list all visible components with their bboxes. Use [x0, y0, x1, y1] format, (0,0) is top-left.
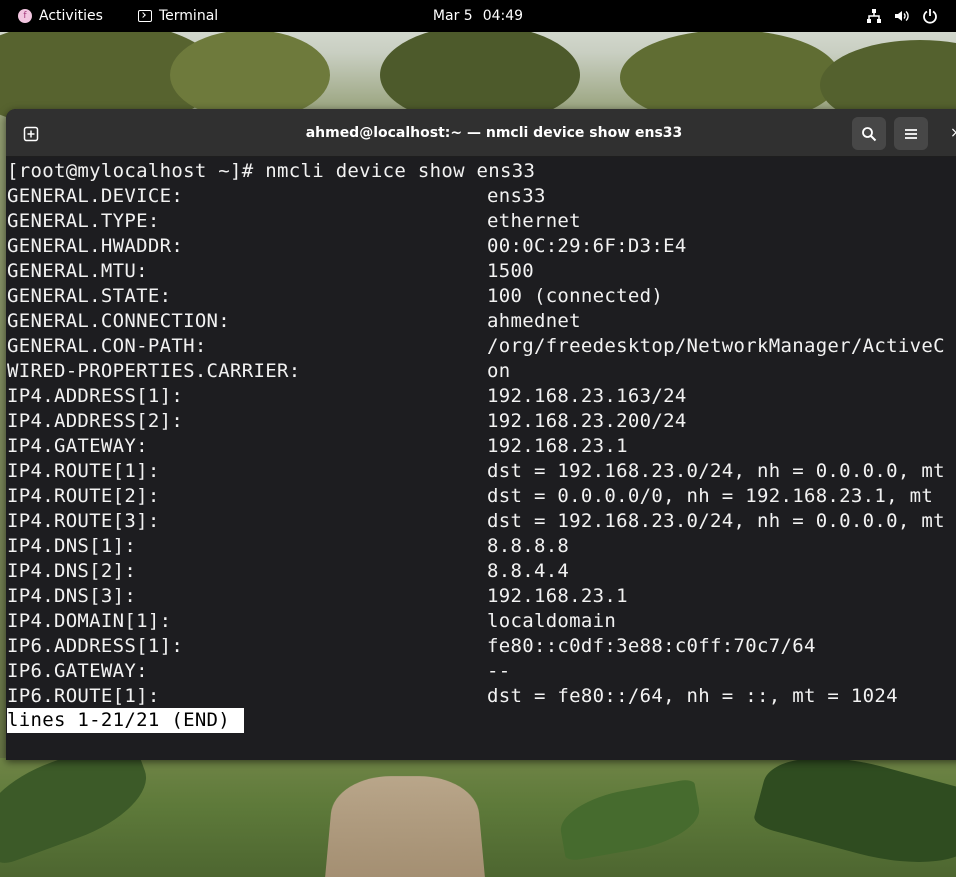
output-value: 192.168.23.1 — [487, 435, 628, 457]
top-bar: f Activities Terminal Mar 5 04:49 — [0, 0, 956, 32]
network-icon — [866, 8, 882, 24]
output-row: IP4.DNS[1]: 8.8.8.8 — [7, 534, 956, 559]
clock[interactable]: Mar 5 04:49 — [0, 0, 956, 32]
output-value: ahmednet — [487, 310, 581, 332]
output-row: IP4.ADDRESS[2]: 192.168.23.200/24 — [7, 409, 956, 434]
output-key: IP4.DNS[3]: — [7, 585, 137, 607]
output-value: dst = 192.168.23.0/24, nh = 0.0.0.0, mt — [487, 460, 945, 482]
output-row: GENERAL.DEVICE: ens33 — [7, 184, 956, 209]
output-key: IP4.ADDRESS[1]: — [7, 385, 184, 407]
output-key: IP4.DNS[1]: — [7, 535, 137, 557]
output-value: /org/freedesktop/NetworkManager/ActiveC — [487, 335, 945, 357]
output-key: IP4.DNS[2]: — [7, 560, 137, 582]
output-row: WIRED-PROPERTIES.CARRIER: on — [7, 359, 956, 384]
output-value: localdomain — [487, 610, 617, 632]
output-row: IP6.ROUTE[1]: dst = fe80::/64, nh = ::, m… — [7, 684, 956, 709]
output-key: IP4.ROUTE[3]: — [7, 510, 160, 532]
output-value: 8.8.4.4 — [487, 560, 570, 582]
output-value: dst = 192.168.23.0/24, nh = 0.0.0.0, mt — [487, 510, 945, 532]
output-key: IP4.DOMAIN[1]: — [7, 610, 172, 632]
terminal-output[interactable]: [root@mylocalhost ~]# nmcli device show … — [6, 157, 956, 760]
output-key: GENERAL.TYPE: — [7, 210, 160, 232]
system-status-area[interactable] — [866, 0, 938, 32]
output-value: 100 (connected) — [487, 285, 664, 307]
output-key: GENERAL.DEVICE: — [7, 185, 184, 207]
output-row: IP4.DOMAIN[1]: localdomain — [7, 609, 956, 634]
output-row: IP4.DNS[3]: 192.168.23.1 — [7, 584, 956, 609]
pager-status: lines 1-21/21 (END) — [7, 708, 245, 733]
output-row: GENERAL.TYPE: ethernet — [7, 209, 956, 234]
output-key: GENERAL.STATE: — [7, 285, 172, 307]
output-key: IP4.ROUTE[2]: — [7, 485, 160, 507]
output-value: fe80::c0df:3e88:c0ff:70c7/64 — [487, 635, 816, 657]
output-key: GENERAL.CON-PATH: — [7, 335, 207, 357]
output-row: GENERAL.CON-PATH: /org/freedesktop/Networ… — [7, 334, 956, 359]
window-title: ahmed@localhost:~ — nmcli device show en… — [305, 124, 683, 141]
output-value: 192.168.23.163/24 — [487, 385, 687, 407]
output-key: GENERAL.CONNECTION: — [7, 310, 231, 332]
output-value: on — [487, 360, 511, 382]
output-value: dst = fe80::/64, nh = ::, mt = 1024 — [487, 685, 898, 707]
output-key: IP4.ROUTE[1]: — [7, 460, 160, 482]
output-key: IP4.ADDRESS[2]: — [7, 410, 184, 432]
search-icon — [862, 126, 877, 141]
output-value: ens33 — [487, 185, 546, 207]
output-row: IP6.GATEWAY: -- — [7, 659, 956, 684]
output-row: IP4.ROUTE[3]: dst = 192.168.23.0/24, nh =… — [7, 509, 956, 534]
output-row: IP4.ADDRESS[1]: 192.168.23.163/24 — [7, 384, 956, 409]
clock-time: 04:49 — [482, 8, 524, 24]
output-value: 8.8.8.8 — [487, 535, 570, 557]
volume-icon — [894, 8, 910, 24]
output-key: IP4.GATEWAY: — [7, 435, 148, 457]
output-row: IP6.ADDRESS[1]: fe80::c0df:3e88:c0ff:70c7… — [7, 634, 956, 659]
output-key: IP6.GATEWAY: — [7, 660, 148, 682]
header-bar: ahmed@localhost:~ — nmcli device show en… — [6, 109, 956, 157]
output-row: IP4.ROUTE[1]: dst = 192.168.23.0/24, nh =… — [7, 459, 956, 484]
output-value: 192.168.23.1 — [487, 585, 628, 607]
output-row: IP4.ROUTE[2]: dst = 0.0.0.0/0, nh = 192.1… — [7, 484, 956, 509]
output-value: dst = 0.0.0.0/0, nh = 192.168.23.1, mt — [487, 485, 934, 507]
output-value: 1500 — [487, 260, 534, 282]
output-key: IP6.ROUTE[1]: — [7, 685, 160, 707]
output-row: GENERAL.CONNECTION: ahmednet — [7, 309, 956, 334]
output-value: 192.168.23.200/24 — [487, 410, 687, 432]
clock-date: Mar 5 — [432, 8, 473, 24]
output-key: IP6.ADDRESS[1]: — [7, 635, 184, 657]
output-key: WIRED-PROPERTIES.CARRIER: — [7, 360, 301, 382]
output-row: GENERAL.STATE: 100 (connected) — [7, 284, 956, 309]
output-value: ethernet — [487, 210, 581, 232]
menu-icon — [905, 128, 917, 139]
terminal-window: ahmed@localhost:~ — nmcli device show en… — [6, 109, 956, 760]
output-value: -- — [487, 660, 511, 682]
output-row: GENERAL.HWADDR: 00:0C:29:6F:D3:E4 — [7, 234, 956, 259]
output-row: IP4.GATEWAY: 192.168.23.1 — [7, 434, 956, 459]
search-button[interactable] — [852, 117, 886, 150]
power-icon — [922, 8, 938, 24]
output-value: 00:0C:29:6F:D3:E4 — [487, 235, 687, 257]
output-row: IP4.DNS[2]: 8.8.4.4 — [7, 559, 956, 584]
output-row: GENERAL.MTU: 1500 — [7, 259, 956, 284]
output-key: GENERAL.HWADDR: — [7, 235, 184, 257]
output-key: GENERAL.MTU: — [7, 260, 148, 282]
menu-button[interactable] — [894, 117, 928, 150]
command-prompt-line: [root@mylocalhost ~]# nmcli device show … — [7, 160, 536, 182]
close-icon[interactable]: × — [950, 126, 956, 140]
